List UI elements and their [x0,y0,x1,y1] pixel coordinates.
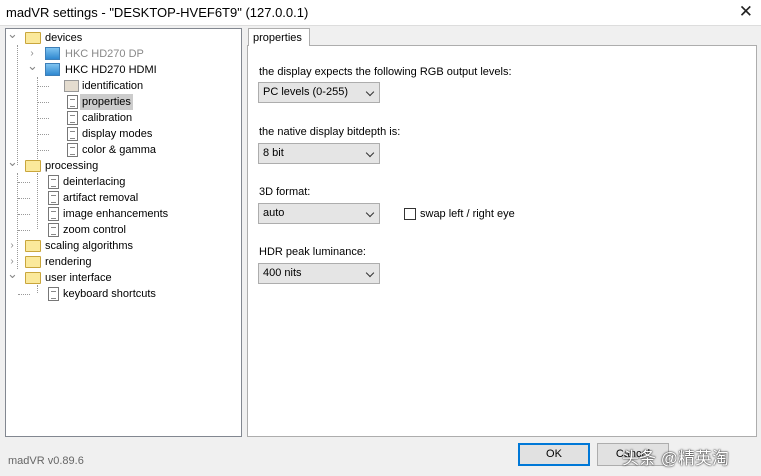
tree-item[interactable]: ⌄ user interface [6,266,236,286]
tree-item-label: color & gamma [82,144,156,156]
tree-item[interactable]: › scaling algorithms [6,238,236,254]
tree-item-label: HKC HD270 DP [65,48,144,60]
hdr-peak-label: HDR peak luminance: [259,246,366,258]
ok-button[interactable]: OK [518,443,590,466]
tree-item-label: calibration [82,112,133,124]
tree-item-label: identification [82,80,144,92]
page-icon [67,95,78,109]
settings-tree[interactable]: ⌄ devices › HKC HD270 DP ⌄ HKC HD270 HDMI iden… [5,26,242,437]
tree-item-label: image enhancements [63,208,169,220]
properties-panel [247,45,757,437]
page-icon [48,287,59,301]
tree-item[interactable]: properties [6,94,236,110]
swap-eye-label: swap left / right eye [420,208,515,220]
folder-icon [25,256,41,268]
tree-item-label: display modes [82,128,153,140]
tree-item[interactable]: ⌄ processing [6,154,236,174]
tree-item-label: devices [45,32,83,44]
3d-format-select[interactable]: auto [258,203,380,224]
tree-item-label: keyboard shortcuts [63,288,156,300]
version-label: madVR v0.89.6 [8,455,84,467]
bitdepth-label: the native display bitdepth is: [259,126,401,138]
tree-item[interactable]: artifact removal [6,190,236,206]
tree-item[interactable]: calibration [6,110,236,126]
page-icon [48,191,59,205]
bitdepth-select[interactable]: 8 bit [258,143,380,164]
tree-item[interactable]: keyboard shortcuts [6,286,236,302]
page-icon [67,127,78,141]
3d-format-label: 3D format: [259,186,311,198]
page-icon [48,207,59,221]
window-title: madVR settings - "DESKTOP-HVEF6T9" (127.… [6,5,309,20]
chevron-down-icon[interactable]: ⌄ [7,26,18,42]
chevron-right-icon[interactable]: › [7,238,17,254]
tree-item-label: artifact removal [63,192,139,204]
folder-icon [25,272,41,284]
page-icon [48,223,59,237]
page-icon [67,111,78,125]
page-icon [67,143,78,157]
folder-icon [25,240,41,252]
tree-item[interactable]: zoom control [6,222,236,238]
chevron-down-icon[interactable]: ⌄ [7,266,18,282]
tree-item-label: properties [80,94,133,110]
identification-icon [64,80,79,92]
rgb-levels-label: the display expects the following RGB ou… [259,66,512,78]
tree-item[interactable]: deinterlacing [6,174,236,190]
monitor-icon [45,47,60,60]
chevron-down-icon[interactable]: ⌄ [7,154,18,170]
tree-item[interactable]: display modes [6,126,236,142]
monitor-icon [45,63,60,76]
tab-properties[interactable]: properties [248,28,310,46]
tree-item[interactable]: ⌄ HKC HD270 HDMI [6,58,236,78]
tree-item[interactable]: color & gamma [6,142,236,158]
tree-item-label: deinterlacing [63,176,126,188]
tree-item[interactable]: › HKC HD270 DP [6,46,236,62]
tree-item-label: scaling algorithms [45,240,134,252]
page-icon [48,175,59,189]
tree-item-label: user interface [45,272,112,284]
close-icon[interactable]: ✕ [739,2,753,22]
chevron-down-icon[interactable]: ⌄ [27,58,38,74]
tree-item[interactable]: identification [6,78,236,94]
tree-item-label: rendering [45,256,92,268]
title-bar: madVR settings - "DESKTOP-HVEF6T9" (127.… [0,0,761,26]
tree-item-label: HKC HD270 HDMI [65,64,157,76]
watermark: 头条 @精英淘 [622,449,729,468]
tree-item-label: processing [45,160,99,172]
tree-item[interactable]: image enhancements [6,206,236,222]
folder-icon [25,32,41,44]
rgb-levels-select[interactable]: PC levels (0-255) [258,82,380,103]
tree-item-label: zoom control [63,224,126,236]
tree-item[interactable]: ⌄ devices [6,26,236,46]
folder-icon [25,160,41,172]
hdr-peak-select[interactable]: 400 nits [258,263,380,284]
tree-item[interactable]: › rendering [6,254,236,270]
swap-eye-checkbox[interactable] [404,208,416,220]
